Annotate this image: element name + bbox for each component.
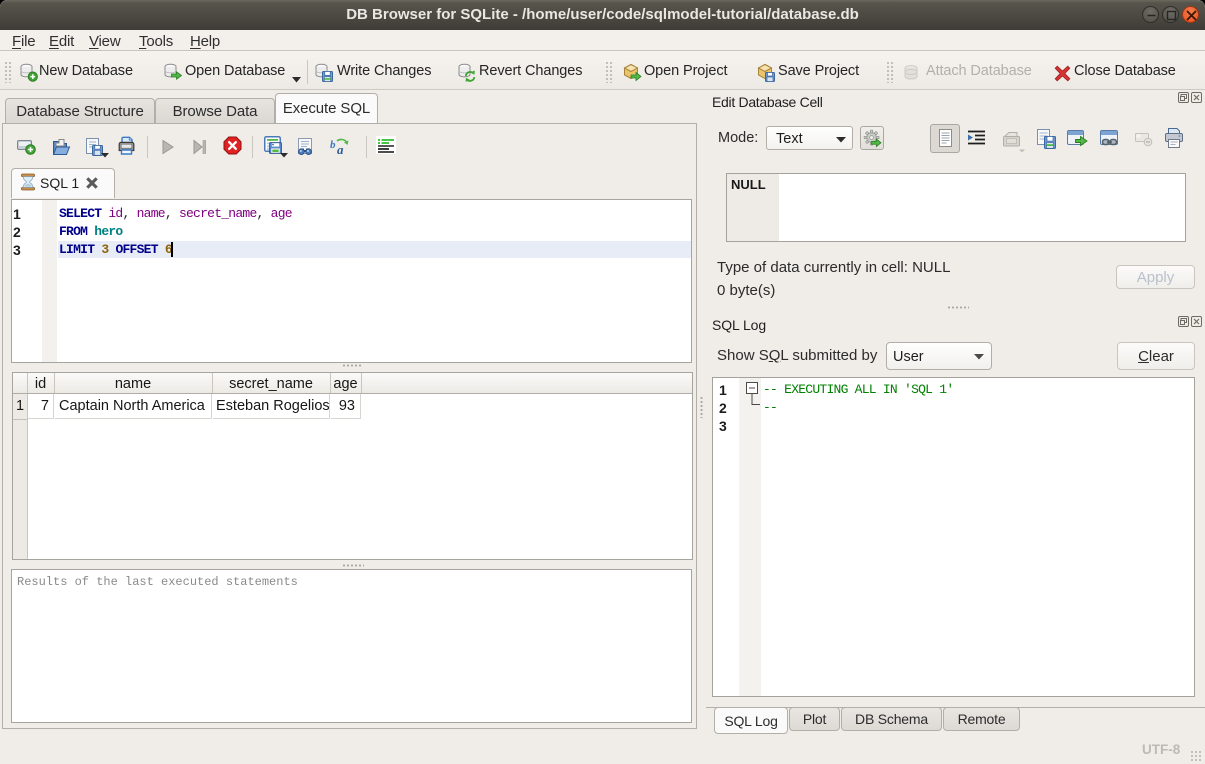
svg-text:a: a: [337, 142, 344, 157]
svg-text:b: b: [330, 139, 336, 151]
